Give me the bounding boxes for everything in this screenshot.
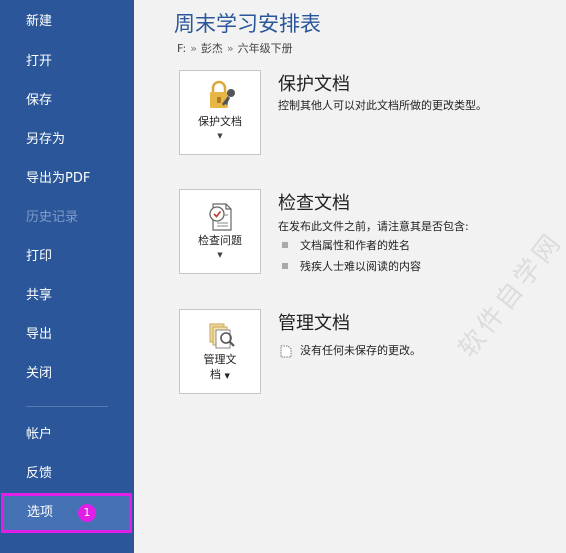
list-item: 文档属性和作者的姓名 [282, 237, 410, 253]
nav-save[interactable]: 保存 [0, 83, 134, 119]
nav-divider [26, 406, 108, 407]
protect-description: 控制其他人可以对此文档所做的更改类型。 [278, 99, 487, 112]
breadcrumb-drive: F: [177, 42, 187, 55]
manage-document-label-tail: 档 [210, 368, 222, 381]
manage-document-button[interactable]: 管理文 档 ▼ [179, 309, 261, 394]
nav-print[interactable]: 打印 [0, 239, 134, 275]
breadcrumb-folder-2: 六年级下册 [237, 42, 293, 55]
inspect-document-button[interactable]: 检查问题 ▼ [179, 189, 261, 274]
breadcrumb-folder-1: 彭杰 [200, 42, 223, 55]
main-panel: 周末学习安排表 F:» 彭杰» 六年级下册 保护文档 ▼ 保护文档 控制其他人可以对… [134, 0, 566, 553]
bullet-square-icon [282, 263, 288, 269]
protect-heading: 保护文档 [278, 74, 350, 95]
nav-options[interactable]: 选项 1 [1, 493, 132, 533]
manage-document-label-line2: 档 ▼ [180, 368, 260, 383]
backstage-sidebar: 新建 打开 保存 另存为 导出为PDF 历史记录 打印 共享 导出 关闭 帐户 … [0, 0, 134, 553]
manage-description-row: 没有任何未保存的更改。 [280, 342, 421, 358]
chevron-down-icon: ▼ [217, 132, 223, 140]
nav-account[interactable]: 帐户 [0, 417, 134, 453]
bullet-square-icon [282, 242, 288, 248]
protect-document-label: 保护文档 [198, 115, 242, 128]
lock-key-icon [210, 80, 235, 108]
inspect-description: 在发布此文件之前，请注意其是否包含: [278, 220, 469, 233]
chevron-down-icon: ▼ [224, 372, 230, 380]
step-badge: 1 [78, 504, 96, 522]
nav-history: 历史记录 [26, 210, 79, 225]
breadcrumb-sep: » [190, 42, 197, 55]
inspect-document-label: 检查问题 [198, 234, 242, 247]
manage-document-label: 管理文 [203, 353, 237, 366]
manage-heading: 管理文档 [278, 313, 350, 334]
document-icon [280, 345, 292, 357]
nav-open[interactable]: 打开 [0, 44, 134, 80]
protect-document-button[interactable]: 保护文档 ▼ [179, 70, 261, 155]
inspect-heading: 检查文档 [278, 193, 350, 214]
watermark: 软件自学网 [452, 226, 566, 364]
nav-share[interactable]: 共享 [0, 278, 134, 314]
list-item: 残疾人士难以阅读的内容 [282, 258, 421, 274]
nav-options-label: 选项 [27, 505, 54, 520]
manage-description: 没有任何未保存的更改。 [300, 344, 421, 357]
document-check-icon [209, 203, 232, 231]
breadcrumb-sep: » [226, 42, 234, 55]
bullet-text: 残疾人士难以阅读的内容 [300, 260, 421, 273]
manage-versions-icon [209, 323, 235, 349]
chevron-down-icon: ▼ [217, 251, 223, 259]
nav-save-as[interactable]: 另存为 [0, 122, 134, 158]
breadcrumb: F:» 彭杰» 六年级下册 [177, 40, 293, 56]
nav-close[interactable]: 关闭 [0, 356, 134, 392]
nav-new[interactable]: 新建 [0, 4, 134, 40]
nav-export-pdf[interactable]: 导出为PDF [0, 161, 134, 197]
nav-feedback[interactable]: 反馈 [0, 456, 134, 492]
document-title: 周末学习安排表 [174, 12, 321, 36]
bullet-text: 文档属性和作者的姓名 [300, 239, 410, 252]
nav-export[interactable]: 导出 [0, 317, 134, 353]
